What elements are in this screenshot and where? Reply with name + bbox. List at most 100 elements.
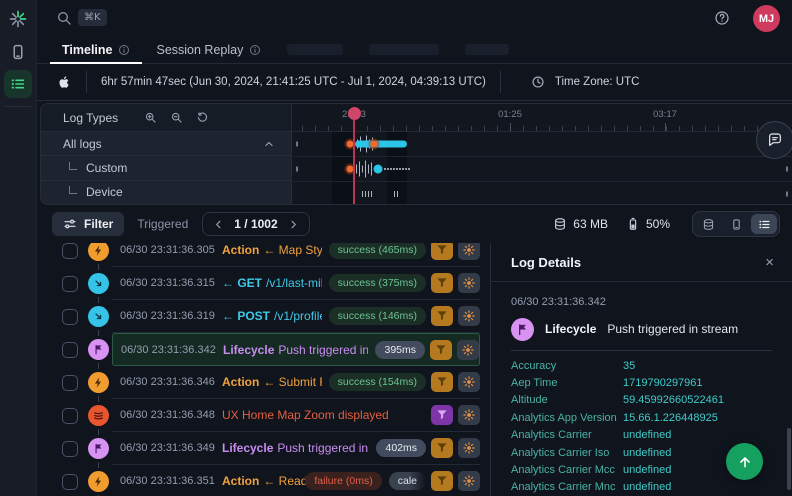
tab-timeline[interactable]: Timeline (62, 36, 130, 63)
add-filter-button[interactable] (431, 471, 453, 491)
row-highlight-button[interactable] (458, 372, 480, 392)
log-row-body[interactable]: 06/30 23:31:36.342LifecyclePush triggere… (112, 333, 480, 366)
log-row[interactable]: 06/30 23:31:36.348UX Home Map Zoom displ… (36, 399, 490, 432)
event-tick (365, 160, 366, 177)
playhead-knob[interactable] (348, 107, 361, 120)
row-checkbox[interactable] (62, 243, 78, 259)
chevron-left-icon[interactable] (213, 219, 224, 230)
row-checkbox[interactable] (62, 375, 78, 391)
pagination: 1 / 1002 (202, 212, 309, 236)
log-row[interactable]: 06/30 23:31:36.346Action← Submit Ratings… (36, 366, 490, 399)
row-highlight-button[interactable] (458, 438, 480, 458)
log-timestamp: 06/30 23:31:36.319 (112, 310, 222, 322)
log-timestamp: 06/30 23:31:36.346 (112, 376, 222, 388)
info-icon[interactable] (249, 44, 261, 56)
avatar[interactable]: MJ (753, 5, 780, 32)
row-highlight-button[interactable] (458, 471, 480, 491)
reset-zoom-icon[interactable] (196, 111, 209, 124)
search-icon[interactable] (56, 10, 72, 26)
scroll-to-top-button[interactable] (726, 443, 763, 480)
row-checkbox[interactable] (62, 309, 78, 325)
embrace-logo-icon[interactable] (8, 9, 28, 29)
feedback-chat-button[interactable] (756, 121, 792, 159)
log-row[interactable]: 06/30 23:31:36.342LifecyclePush triggere… (36, 333, 490, 366)
log-row[interactable]: 06/30 23:31:36.305Action← Map Style Load… (36, 243, 490, 267)
log-row-body[interactable]: 06/30 23:31:36.349LifecyclePush triggere… (112, 432, 480, 465)
battery-icon (626, 217, 640, 231)
event-marker[interactable] (371, 140, 378, 147)
row-highlight-button[interactable] (458, 405, 480, 425)
row-highlight-button[interactable] (458, 306, 480, 326)
event-dot (405, 168, 407, 170)
add-filter-button[interactable] (431, 243, 453, 260)
property-value: undefined (623, 481, 671, 493)
clock-icon (531, 75, 545, 89)
status-badge: 395ms (375, 341, 425, 359)
redacted-tab (369, 44, 439, 55)
row-checkbox[interactable] (62, 441, 78, 457)
timeline-event-bar[interactable] (355, 140, 407, 147)
tab-session-replay[interactable]: Session Replay (156, 36, 261, 63)
playhead-line[interactable] (353, 113, 355, 204)
info-icon[interactable] (118, 44, 130, 56)
log-row-body[interactable]: 06/30 23:31:36.348UX Home Map Zoom displ… (112, 399, 480, 432)
log-message: ← GET/v1/last-mile/region-info (222, 276, 322, 290)
chevron-up-icon[interactable] (263, 138, 275, 150)
log-type-device[interactable]: Device (41, 181, 291, 204)
property-value: 59.45992660522461 (623, 394, 724, 406)
row-checkbox[interactable] (62, 342, 78, 358)
log-row-body[interactable]: 06/30 23:31:36.351Action← Read Calendar … (112, 465, 480, 496)
sessions-list-icon[interactable] (4, 70, 32, 98)
devices-icon[interactable] (9, 42, 27, 62)
zoom-out-icon[interactable] (170, 111, 183, 124)
filter-button[interactable]: Filter (52, 212, 124, 236)
log-message: ← POST/v1/profile/tasks (222, 309, 322, 323)
chevron-right-icon[interactable] (288, 219, 299, 230)
device-view-button[interactable] (723, 214, 749, 234)
battery-meter: 50% (626, 217, 670, 231)
row-highlight-button[interactable] (458, 273, 480, 293)
log-list[interactable]: 06/30 23:31:36.305Action← Map Style Load… (36, 243, 490, 496)
detail-name: Push triggered in stream (607, 322, 738, 336)
add-filter-button[interactable] (431, 405, 453, 425)
zoom-in-icon[interactable] (144, 111, 157, 124)
log-row-body[interactable]: 06/30 23:31:36.346Action← Submit Ratings… (112, 366, 480, 399)
event-marker[interactable] (374, 164, 383, 173)
log-row[interactable]: 06/30 23:31:36.349LifecyclePush triggere… (36, 432, 490, 465)
add-filter-button[interactable] (431, 273, 453, 293)
log-message: Action← Submit Rating (222, 375, 322, 389)
search-shortcut-badge[interactable]: ⌘K (78, 9, 107, 26)
property-row: Accuracy35 (511, 357, 772, 374)
log-row[interactable]: 06/30 23:31:36.351Action← Read Calendar … (36, 465, 490, 496)
row-checkbox[interactable] (62, 408, 78, 424)
list-icon (758, 218, 771, 231)
row-checkbox[interactable] (62, 474, 78, 490)
log-row[interactable]: 06/30 23:31:36.319← POST/v1/profile/task… (36, 300, 490, 333)
log-row-body[interactable]: 06/30 23:31:36.305Action← Map Style Load… (112, 243, 480, 267)
add-filter-button[interactable] (431, 372, 453, 392)
log-row-body[interactable]: 06/30 23:31:36.315← GET/v1/last-mile/reg… (112, 267, 480, 300)
log-message: LifecyclePush triggered in stream (223, 343, 368, 357)
add-filter-button[interactable] (431, 438, 453, 458)
close-icon[interactable]: × (765, 255, 774, 270)
log-row-body[interactable]: 06/30 23:31:36.319← POST/v1/profile/task… (112, 300, 480, 333)
row-highlight-button[interactable] (457, 340, 479, 360)
timeline-chart[interactable]: 23:3301:2503:17 (292, 104, 792, 204)
divider (500, 71, 501, 93)
log-type-custom[interactable]: Custom (41, 156, 291, 180)
help-icon[interactable] (714, 10, 730, 26)
add-filter-button[interactable] (431, 306, 453, 326)
scrollbar-thumb[interactable] (787, 428, 791, 490)
list-view-button[interactable] (751, 214, 777, 234)
log-row[interactable]: 06/30 23:31:36.315← GET/v1/last-mile/reg… (36, 267, 490, 300)
storage-view-button[interactable] (695, 214, 721, 234)
log-message: Action← Map Style Loading (222, 243, 322, 257)
tab-label: Timeline (62, 43, 112, 57)
row-highlight-button[interactable] (458, 243, 480, 260)
row-checkbox[interactable] (62, 276, 78, 292)
log-timestamp: 06/30 23:31:36.351 (112, 475, 222, 487)
lightning-icon (88, 372, 109, 393)
log-type-all-logs[interactable]: All logs (41, 132, 291, 156)
add-filter-button[interactable] (430, 340, 452, 360)
log-timestamp: 06/30 23:31:36.349 (112, 442, 222, 454)
